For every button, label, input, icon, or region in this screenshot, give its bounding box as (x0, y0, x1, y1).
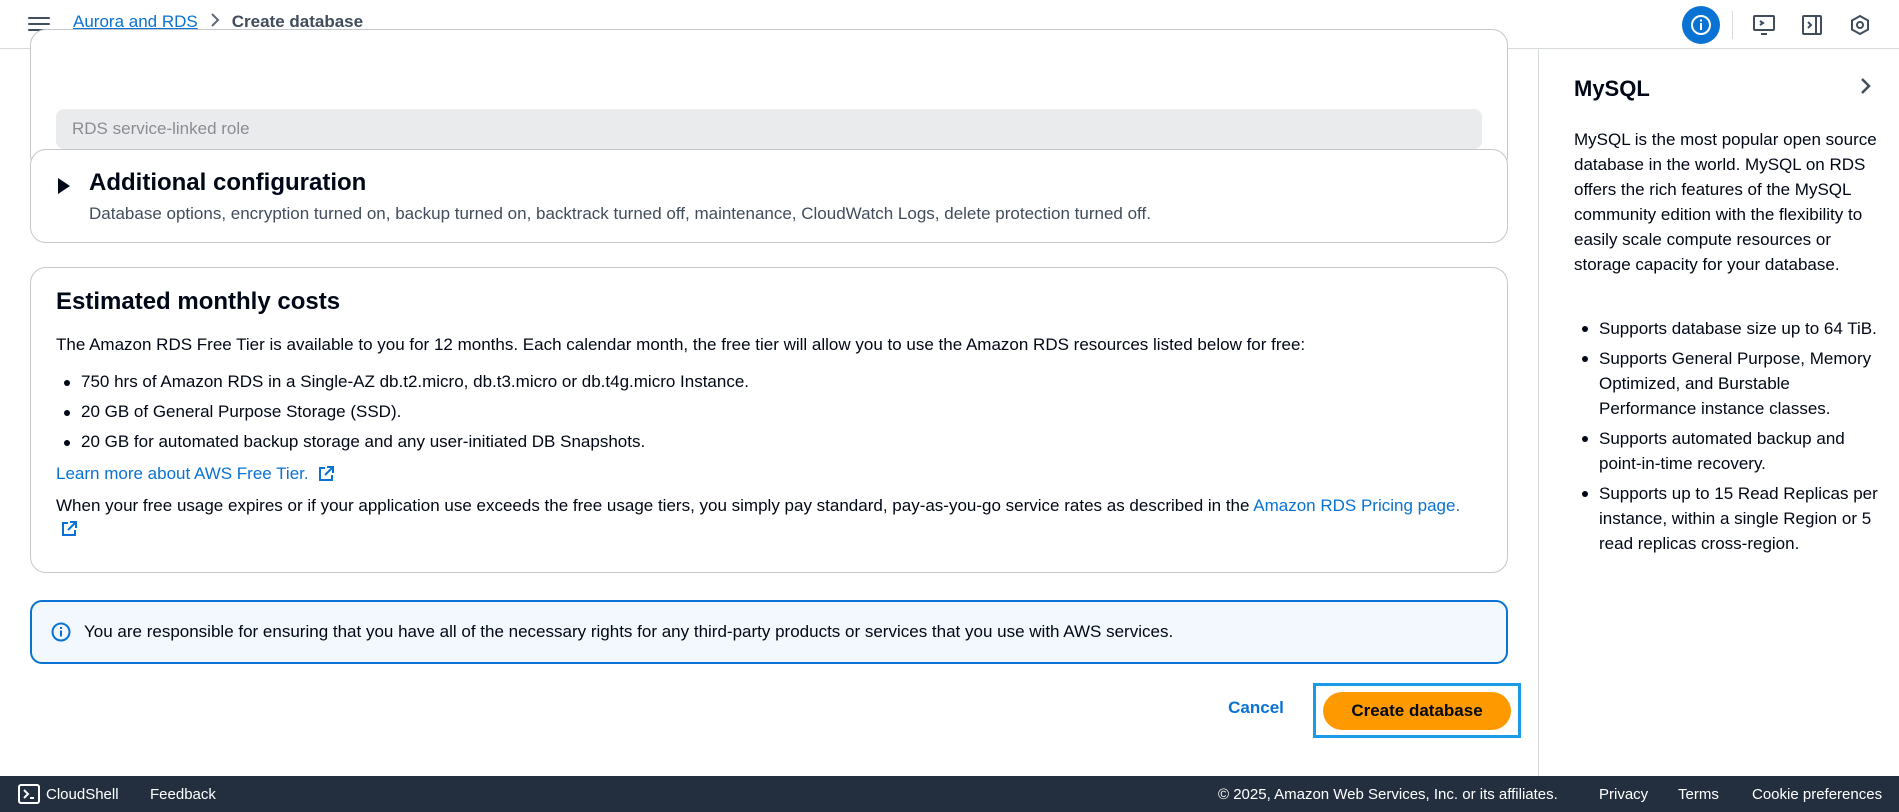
learn-more-label: Learn more about AWS Free Tier. (56, 464, 309, 483)
list-item: Supports automated backup and point-in-t… (1582, 426, 1889, 476)
list-item: 20 GB for automated backup storage and a… (63, 427, 749, 457)
alert-text: You are responsible for ensuring that yo… (84, 622, 1174, 641)
info-icon[interactable] (1682, 6, 1720, 44)
info-icon (51, 622, 71, 642)
free-tier-list: 750 hrs of Amazon RDS in a Single-AZ db.… (63, 367, 749, 457)
learn-more-free-tier-link[interactable]: Learn more about AWS Free Tier. (56, 464, 335, 484)
copyright-text: © 2025, Amazon Web Services, Inc. or its… (1218, 786, 1558, 803)
info-alert: You are responsible for ensuring that yo… (30, 600, 1508, 664)
additional-configuration-description: Database options, encryption turned on, … (89, 204, 1151, 223)
estimated-costs-panel: Estimated monthly costs The Amazon RDS F… (30, 267, 1508, 573)
list-item: Supports up to 15 Read Replicas per inst… (1582, 481, 1889, 556)
top-utility-icons (1682, 6, 1879, 44)
external-link-icon (62, 521, 77, 536)
caret-right-icon[interactable] (58, 178, 70, 194)
list-item: Supports database size up to 64 TiB. (1582, 316, 1889, 341)
terms-link[interactable]: Terms (1678, 786, 1719, 803)
panel-icon[interactable] (1793, 6, 1831, 44)
cookie-preferences-link[interactable]: Cookie preferences (1752, 786, 1882, 803)
additional-configuration-panel: Additional configuration Database option… (30, 149, 1508, 243)
settings-hex-icon[interactable] (1841, 6, 1879, 44)
additional-configuration-toggle[interactable]: Additional configuration (89, 169, 366, 197)
service-linked-role-field: RDS service-linked role (56, 109, 1482, 149)
create-database-button[interactable]: Create database (1323, 691, 1511, 730)
pricing-paragraph: When your free usage expires or if your … (56, 493, 1476, 543)
list-item: Supports General Purpose, Memory Optimiz… (1582, 346, 1889, 421)
footer: CloudShell Feedback © 2025, Amazon Web S… (0, 776, 1899, 812)
cloudshell-link[interactable]: CloudShell (46, 786, 119, 803)
help-panel-body: MySQL is the most popular open source da… (1574, 130, 1877, 274)
free-tier-intro: The Amazon RDS Free Tier is available to… (56, 335, 1306, 354)
help-panel-list: Supports database size up to 64 TiB. Sup… (1582, 316, 1889, 561)
help-panel: MySQL MySQL is the most popular open sou… (1538, 49, 1899, 776)
cloudshell-icon[interactable] (18, 784, 40, 804)
privacy-link[interactable]: Privacy (1599, 786, 1648, 803)
list-item: 750 hrs of Amazon RDS in a Single-AZ db.… (63, 367, 749, 397)
list-item: 20 GB of General Purpose Storage (SSD). (63, 397, 749, 427)
rds-pricing-label: Amazon RDS Pricing page. (1253, 496, 1461, 515)
help-panel-title: MySQL (1574, 76, 1650, 101)
chevron-right-icon[interactable] (1859, 77, 1873, 100)
create-database-focus-ring: Create database (1313, 683, 1521, 738)
divider (1732, 11, 1733, 39)
estimated-costs-title: Estimated monthly costs (56, 288, 341, 315)
main-content: RDS service-linked role Additional confi… (0, 29, 1538, 776)
external-link-icon (318, 466, 334, 481)
cancel-button[interactable]: Cancel (1221, 693, 1291, 723)
feedback-screen-icon[interactable] (1745, 6, 1783, 44)
feedback-link[interactable]: Feedback (150, 786, 216, 803)
pricing-text: When your free usage expires or if your … (56, 496, 1250, 515)
